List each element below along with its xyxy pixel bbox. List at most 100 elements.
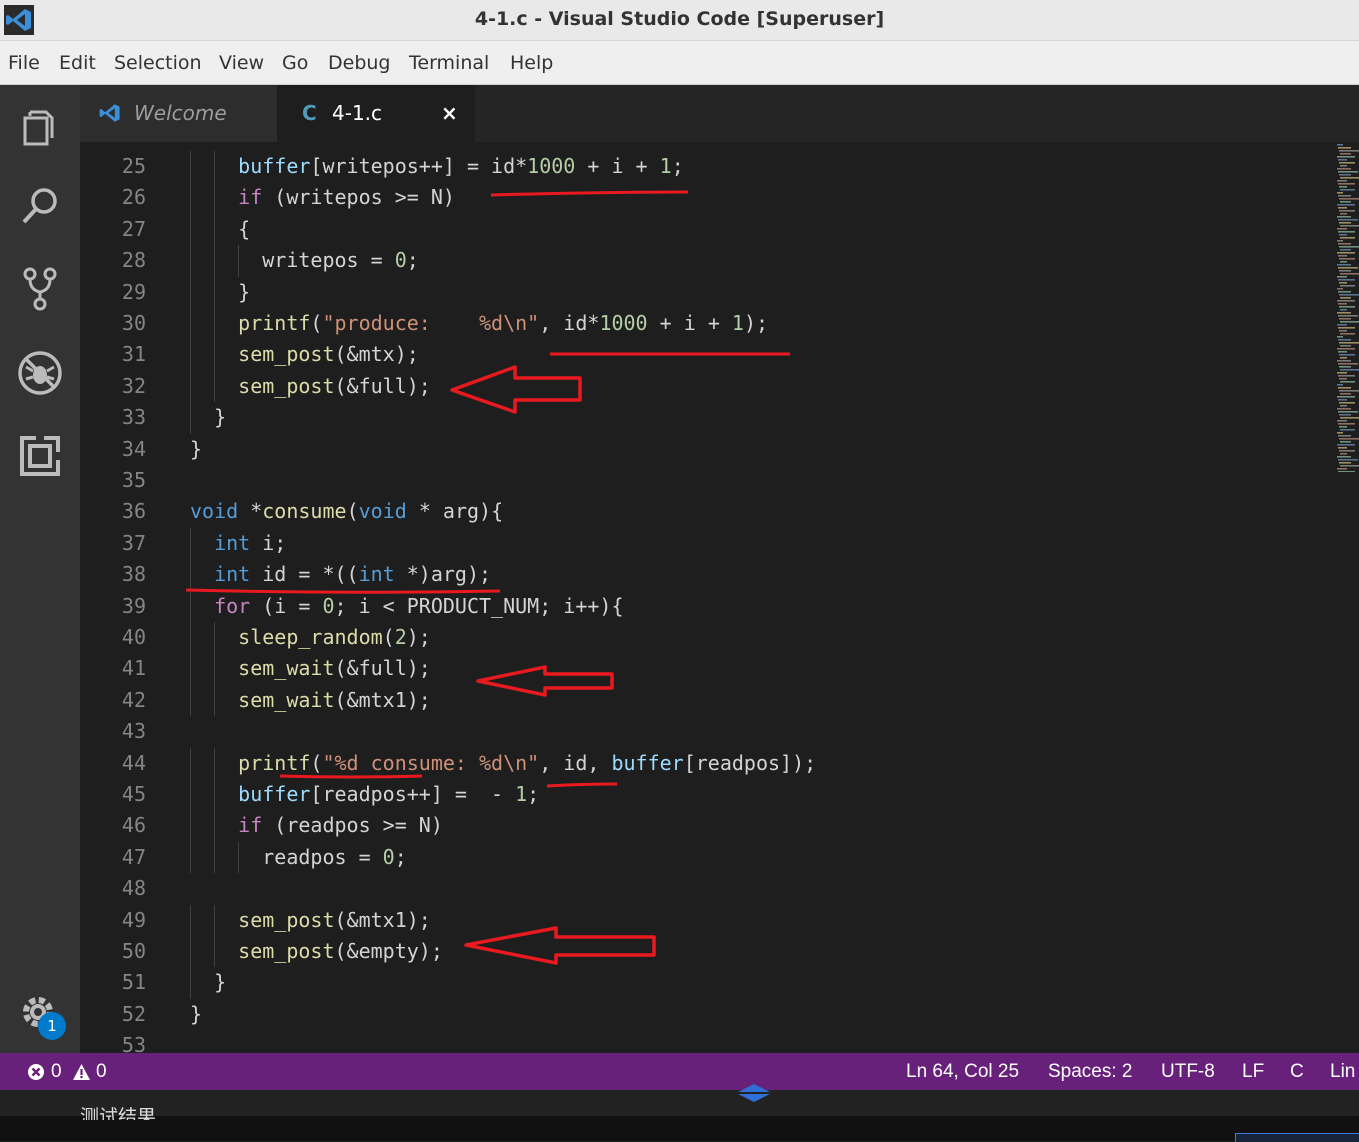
tab-welcome[interactable]: Welcome [80,85,277,142]
files-icon[interactable] [16,102,64,150]
indent-guide [190,559,191,591]
indent-spaces[interactable]: Spaces: 2 [1048,1053,1133,1090]
indent-guide [190,779,191,811]
language-mode[interactable]: C [1290,1053,1304,1090]
line-number: 28 [121,248,146,273]
line-number: 39 [121,593,146,618]
code-line[interactable]: } [190,434,202,465]
source-control-icon[interactable] [16,264,64,312]
search-icon[interactable] [16,182,64,230]
menu-file[interactable]: File [8,41,40,84]
code-line[interactable]: if (readpos >= N) [190,810,443,841]
line-number: 46 [121,813,146,838]
indent-guide [190,151,191,183]
menu-go[interactable]: Go [282,41,308,84]
line-number: 44 [121,750,146,775]
code-line[interactable]: printf("%d consume: %d\n", id, buffer[re… [190,748,816,779]
line-number: 32 [121,373,146,398]
line-number: 24 [80,142,146,151]
activity-bar: 1 [0,85,80,1053]
line-number: 49 [121,907,146,932]
code-line[interactable]: buffer[writepos++] = id*1000 + i + 1; [190,151,684,182]
code-line[interactable]: printf("produce: %d\n", id*1000 + i + 1)… [190,308,768,339]
line-number: 38 [121,562,146,587]
line-number: 43 [121,719,146,744]
indent-guide [190,904,191,936]
cursor-position[interactable]: Ln 64, Col 25 [906,1053,1019,1090]
menu-debug[interactable]: Debug [328,41,390,84]
minimap[interactable] [1335,142,1359,472]
line-number: 36 [121,499,146,524]
code-line[interactable]: writepos = 0; [190,245,419,276]
error-count[interactable]: 0 [51,1053,62,1090]
indent-guide [214,779,216,811]
menu-terminal[interactable]: Terminal [409,41,489,84]
line-number-gutter: 24 25 26 27 28 29 30 31 32 33 34 35 36 37 38 39 40 41 42 43… [80,142,180,1053]
indent-guide [190,684,191,717]
end-of-line[interactable]: LF [1242,1053,1264,1090]
menu-view[interactable]: View [219,41,264,84]
indent-guide [190,653,191,685]
close-icon[interactable]: × [441,85,458,142]
code-area[interactable]: buffer[writepos++] = id*1000 + i + 1; if… [190,142,1330,1053]
code-line[interactable]: sem_post(&mtx1); [190,905,431,936]
code-line[interactable]: buffer[readpos++] = - 1; [190,779,539,810]
window-title: 4-1.c - Visual Studio Code [Superuser] [474,8,885,30]
code-line[interactable]: sem_wait(&full); [190,653,431,684]
code-line[interactable]: } [190,277,250,308]
below-cropped-text: 测试结果 [80,1106,157,1120]
indent-guide [190,370,191,403]
code-line[interactable]: sem_post(&full); [190,371,431,402]
code-line[interactable]: int id = *((int *)arg); [190,559,491,590]
indent-guide [238,245,240,277]
file-encoding[interactable]: UTF-8 [1161,1053,1215,1090]
status-bar: 0 0 Ln 64, Col 25 Spaces: 2 UTF-8 LF C L… [0,1053,1359,1090]
code-line[interactable]: sem_post(&empty); [190,936,443,967]
code-line[interactable]: if (writepos >= N) [190,182,455,213]
indent-guide [214,213,216,246]
warning-count[interactable]: 0 [96,1053,107,1090]
code-line[interactable]: sem_wait(&mtx1); [190,685,431,716]
code-line[interactable]: sleep_random(2); [190,622,431,653]
code-line[interactable]: for (i = 0; i < PRODUCT_NUM; i++){ [190,591,623,622]
error-icon[interactable] [27,1063,45,1081]
indent-guide [214,370,216,403]
indent-guide [190,622,191,654]
status-extra[interactable]: Lin [1330,1053,1355,1090]
code-line[interactable]: sem_post(&mtx); [190,339,419,370]
menu-selection[interactable]: Selection [114,41,202,84]
scroll-handle-icon[interactable] [734,1082,774,1102]
menu-edit[interactable]: Edit [59,41,96,84]
line-number: 29 [121,279,146,304]
debug-icon[interactable] [16,349,64,397]
indent-guide [214,747,216,779]
code-line[interactable]: } [190,967,226,998]
indent-guide [214,810,216,842]
line-number: 25 [121,154,146,178]
indent-guide [190,276,191,308]
line-number: 37 [121,530,146,555]
code-line[interactable]: } [190,402,226,433]
code-line[interactable]: void *consume(void * arg){ [190,496,503,527]
warning-icon[interactable] [72,1063,91,1081]
extensions-icon[interactable] [16,432,64,480]
c-file-icon: C [302,101,317,125]
code-line[interactable]: readpos = 0; [190,842,407,873]
line-number: 34 [121,436,146,461]
line-number: 40 [121,625,146,649]
indent-guide [190,936,191,968]
menu-help[interactable]: Help [510,41,553,84]
indent-guide [190,590,191,622]
code-line[interactable]: int i; [190,528,286,559]
line-number: 26 [121,185,146,210]
tab-4-1-c[interactable]: C 4-1.c × [277,85,475,142]
tab-welcome-label: Welcome [134,101,227,125]
indent-guide [190,182,191,214]
line-number: 51 [121,970,146,995]
indent-guide [190,841,191,874]
code-line[interactable]: { [190,214,250,245]
code-line[interactable]: } [190,999,202,1030]
indent-guide [190,213,191,246]
title-bar: 4-1.c - Visual Studio Code [Superuser] [0,0,1359,41]
code-editor[interactable]: 24 25 26 27 28 29 30 31 32 33 34 35 36 37 38 39 40 41 42 43… [80,142,1359,1053]
